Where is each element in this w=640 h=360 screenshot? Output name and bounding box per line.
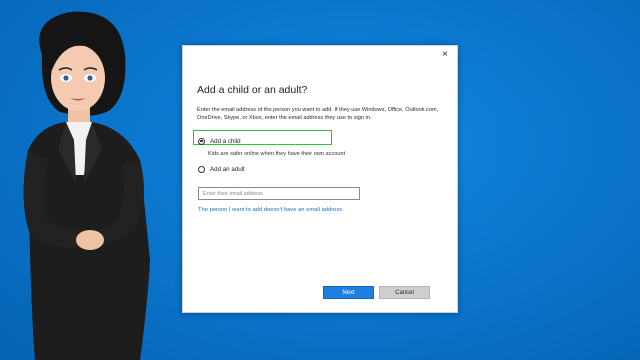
add-child-radio[interactable] (198, 137, 205, 145)
email-input[interactable] (198, 187, 360, 200)
dialog-instructions: Enter the email address of the person yo… (197, 107, 439, 122)
add-adult-label: Add an adult (210, 165, 245, 173)
add-adult-radio[interactable] (198, 165, 205, 173)
presenter-character-illustration (23, 11, 150, 360)
add-person-dialog: × Add a child or an adult? Enter the ema… (182, 45, 458, 313)
dialog-title: Add a child or an adult? (197, 84, 308, 96)
cancel-button[interactable]: Cancel (379, 286, 430, 299)
add-child-option[interactable]: Add a child (198, 134, 241, 148)
add-adult-option[interactable]: Add an adult (198, 163, 245, 175)
add-child-note: Kids are safer online when they have the… (208, 151, 346, 157)
close-icon[interactable]: × (438, 48, 452, 62)
next-button[interactable]: Next (323, 286, 374, 299)
no-email-address-link[interactable]: The person I want to add doesn't have an… (198, 207, 342, 213)
add-child-label: Add a child (210, 137, 241, 145)
